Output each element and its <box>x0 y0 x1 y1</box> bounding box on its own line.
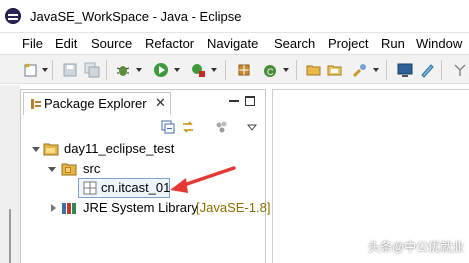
close-icon[interactable]: ✕ <box>155 95 166 111</box>
library-icon <box>62 203 76 214</box>
open-type-icon[interactable] <box>327 62 343 78</box>
menu-run[interactable]: Run <box>381 36 405 51</box>
left-trim-bar <box>0 85 20 263</box>
tree-item-package[interactable]: cn.itcast_01 <box>79 179 170 198</box>
new-icon[interactable] <box>23 62 39 78</box>
collapse-twisty-icon[interactable] <box>51 204 56 212</box>
editor-area <box>272 89 469 263</box>
run-external-icon[interactable] <box>190 62 206 78</box>
collapse-all-icon[interactable] <box>161 120 175 134</box>
menu-refactor[interactable]: Refactor <box>145 36 194 51</box>
menu-source[interactable]: Source <box>91 36 132 51</box>
tab-package-explorer[interactable]: Package Explorer ✕ <box>23 92 171 115</box>
menu-search[interactable]: Search <box>274 36 315 51</box>
save-all-icon[interactable] <box>84 62 100 78</box>
java-project-icon <box>43 143 59 156</box>
source-folder-icon <box>61 163 77 176</box>
filters-icon[interactable] <box>215 120 229 134</box>
pen-icon[interactable] <box>419 62 435 78</box>
debug-icon[interactable] <box>115 62 131 78</box>
link-with-editor-icon[interactable] <box>181 120 195 134</box>
new-java-package-icon[interactable] <box>236 62 252 78</box>
annotation-arrow <box>170 166 236 193</box>
search-icon[interactable] <box>352 62 368 78</box>
project-tree: day11_eclipse_test src cn.itcast_01 JRE … <box>21 138 270 263</box>
run-icon[interactable] <box>153 62 169 78</box>
open-folder-icon[interactable] <box>306 62 322 78</box>
jre-version-label: [JavaSE-1.8] <box>196 200 271 215</box>
package-icon <box>83 181 97 195</box>
jre-label: JRE System Library <box>83 200 198 215</box>
console-icon[interactable] <box>397 62 413 78</box>
menu-navigate[interactable]: Navigate <box>207 36 258 51</box>
svg-text:C: C <box>267 67 274 77</box>
src-label: src <box>83 161 101 176</box>
view-tab-bar: Package Explorer ✕ <box>21 90 265 115</box>
menu-bar: File Edit Source Refactor Navigate Searc… <box>0 33 469 54</box>
menu-window[interactable]: Window <box>416 36 462 51</box>
trim-divider <box>9 209 11 263</box>
window-title: JavaSE_WorkSpace - Java - Eclipse <box>30 9 242 24</box>
view-menu-icon[interactable] <box>245 120 259 134</box>
menu-file[interactable]: File <box>22 36 43 51</box>
tree-item-project[interactable]: day11_eclipse_test <box>21 140 265 159</box>
tree-item-jre[interactable]: JRE System Library [JavaSE-1.8] <box>21 199 270 218</box>
expand-twisty-icon[interactable] <box>32 147 40 152</box>
maximize-icon[interactable] <box>245 96 255 106</box>
minimize-icon[interactable] <box>229 100 239 102</box>
new-java-class-icon[interactable]: C <box>262 62 278 78</box>
package-explorer-icon <box>31 99 41 109</box>
menu-project[interactable]: Project <box>328 36 368 51</box>
watermark: 头条@中公优就业 <box>368 240 465 254</box>
expand-twisty-icon[interactable] <box>48 167 56 172</box>
view-toolbar <box>21 116 265 138</box>
project-label: day11_eclipse_test <box>64 141 175 156</box>
main-toolbar: C <box>0 54 469 84</box>
title-bar: JavaSE_WorkSpace - Java - Eclipse <box>0 0 469 33</box>
toggle-mark-icon[interactable] <box>452 62 468 78</box>
eclipse-icon <box>5 8 21 24</box>
save-icon[interactable] <box>62 62 78 78</box>
menu-edit[interactable]: Edit <box>55 36 77 51</box>
tab-label: Package Explorer <box>44 96 147 111</box>
